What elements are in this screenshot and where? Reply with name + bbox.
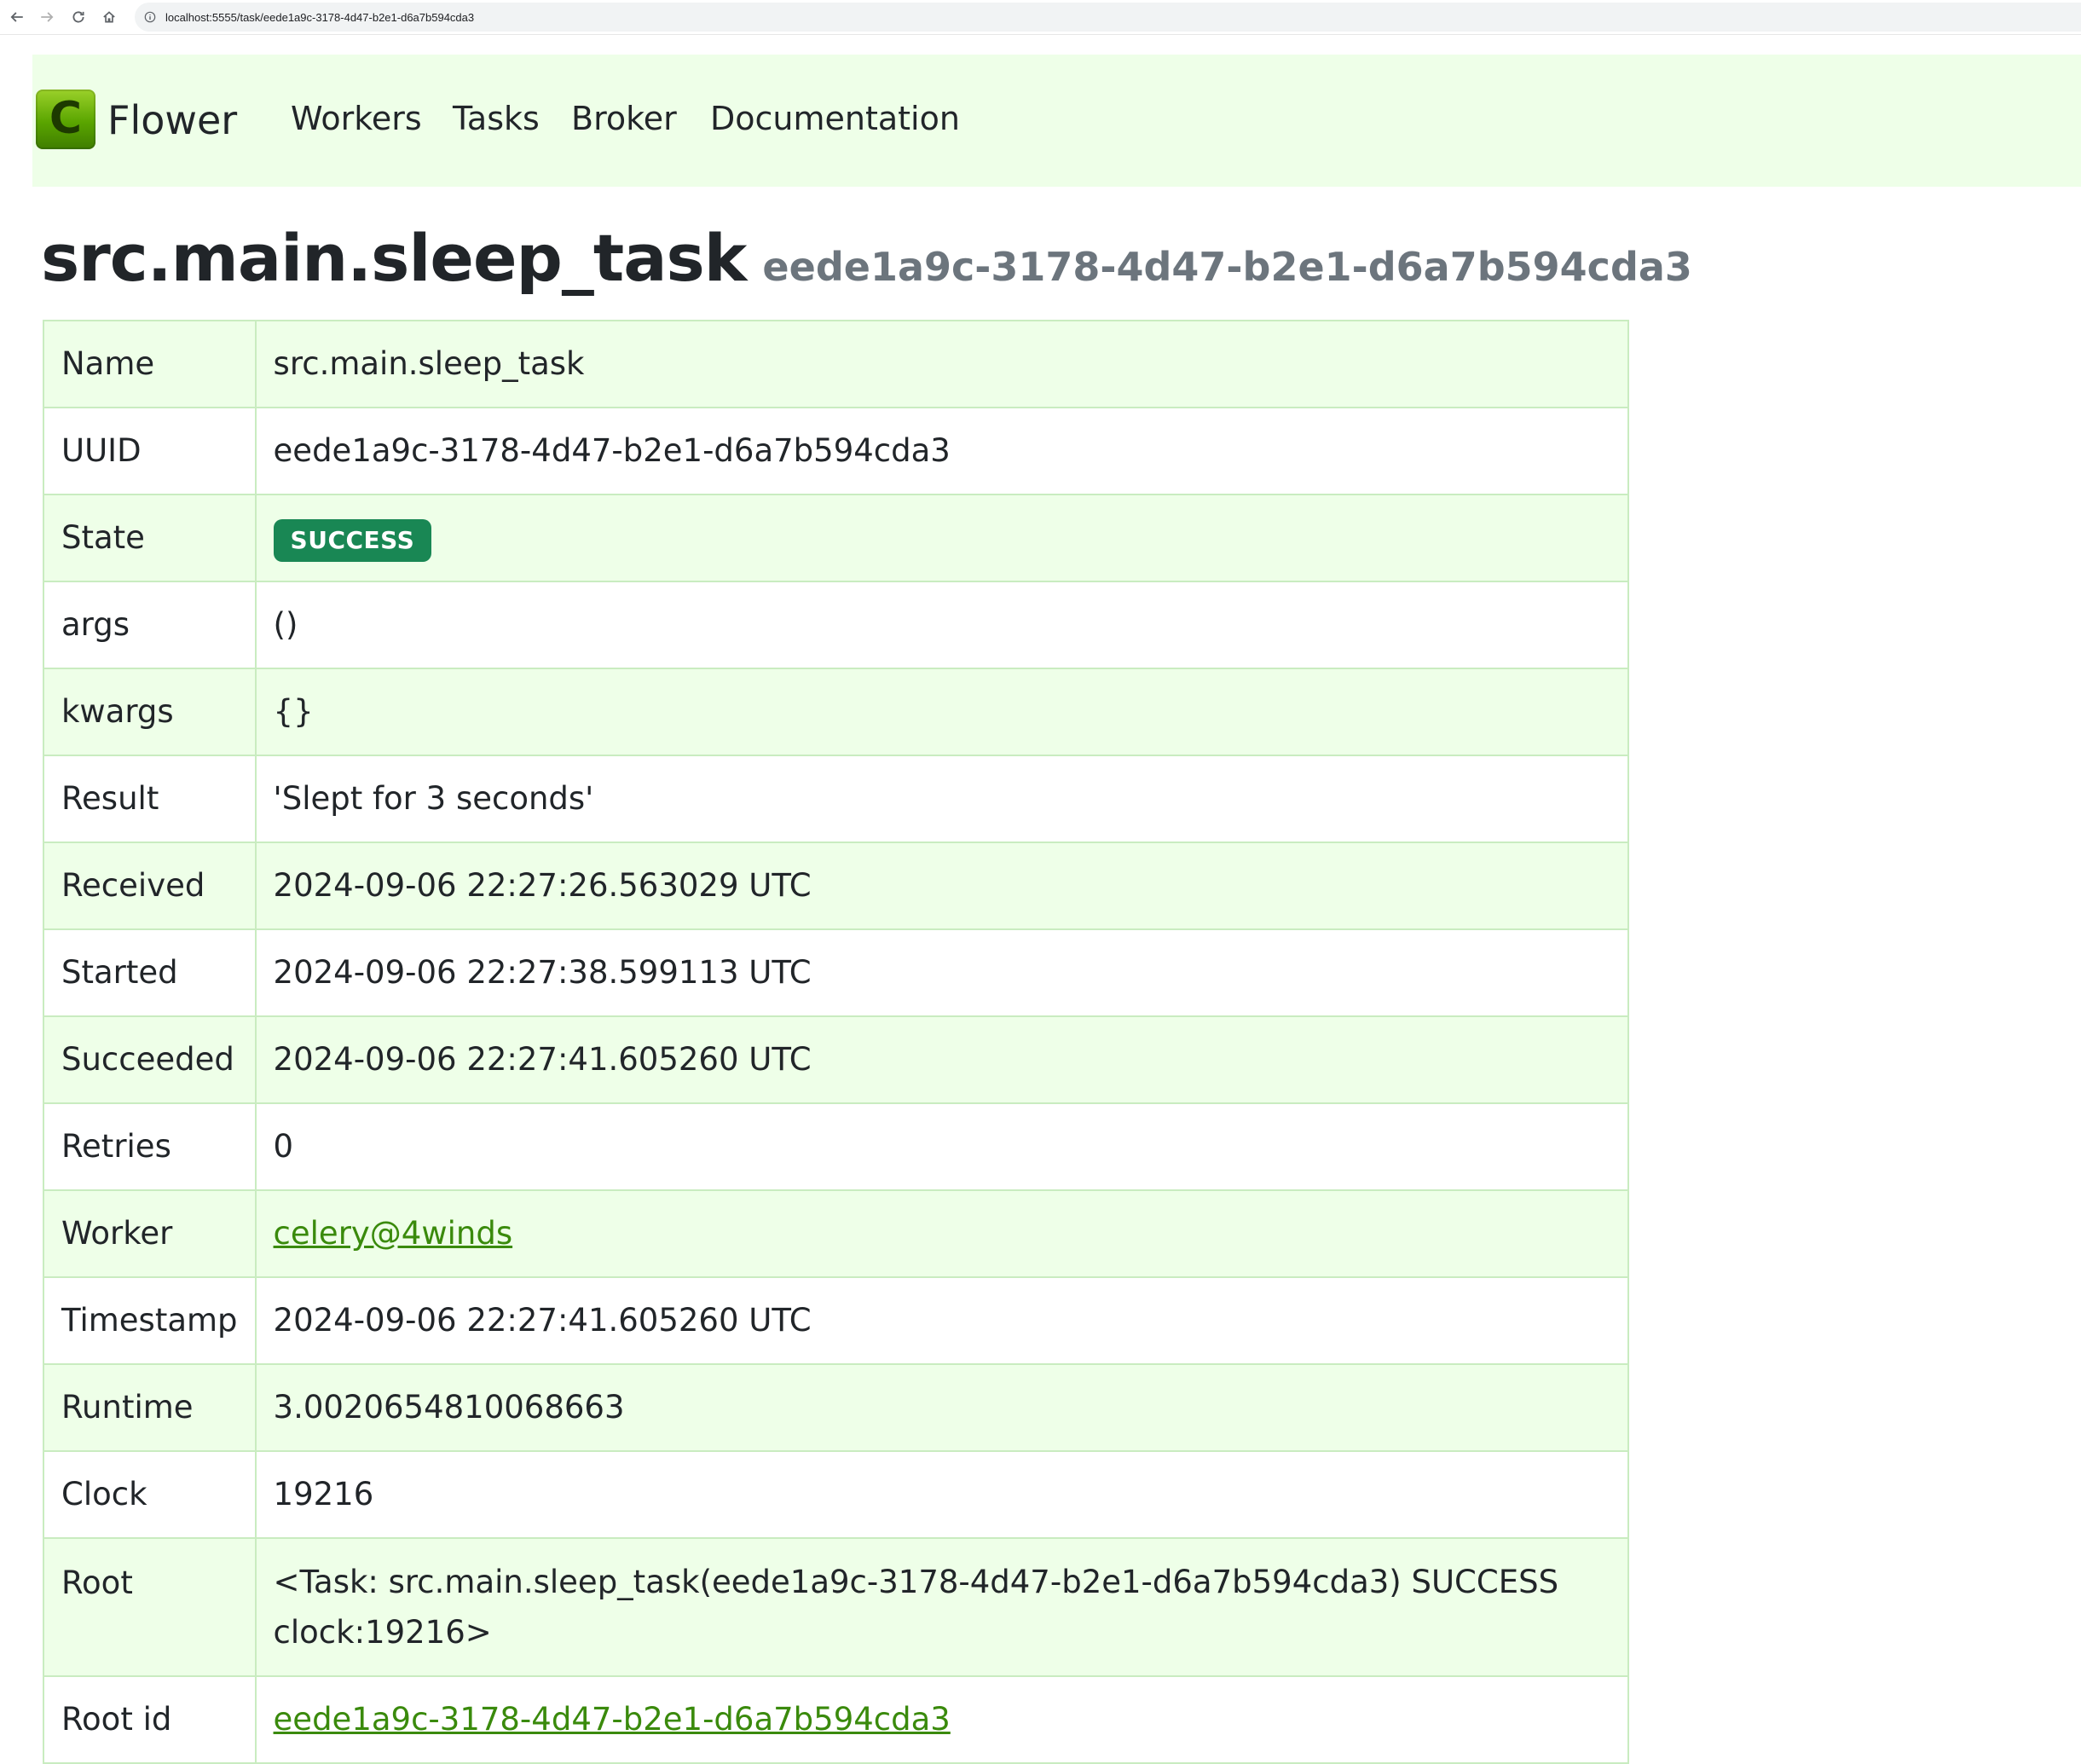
row-key: Worker [43,1189,257,1278]
row-key: Root [43,1537,257,1677]
row-value: <Task: src.main.sleep_task(eede1a9c-3178… [254,1537,1630,1677]
home-icon[interactable] [97,5,121,29]
worker-link[interactable]: celery@4winds [274,1215,513,1252]
row-key: Name [43,320,257,408]
forward-icon[interactable] [35,5,59,29]
browser-toolbar: localhost:5555/task/eede1a9c-3178-4d47-b… [0,0,2081,35]
table-row-succeeded: Succeeded 2024-09-06 22:27:41.605260 UTC [43,1015,1630,1104]
row-key: Root id [43,1675,257,1764]
row-key: kwargs [43,668,257,756]
row-key: UUID [43,407,257,495]
row-value: () [254,581,1630,669]
nav-link-tasks[interactable]: Tasks [453,100,540,139]
row-value: src.main.sleep_task [254,320,1630,408]
row-key: Retries [43,1102,257,1191]
table-row-timestamp: Timestamp 2024-09-06 22:27:41.605260 UTC [43,1276,1630,1365]
row-value: {} [254,668,1630,756]
nav-link-broker[interactable]: Broker [571,100,677,139]
status-badge: SUCCESS [273,519,432,562]
row-value: 2024-09-06 22:27:41.605260 UTC [254,1015,1630,1104]
table-row-started: Started 2024-09-06 22:27:38.599113 UTC [43,928,1630,1017]
top-navbar: C Flower Workers Tasks Broker Documentat… [32,55,2081,187]
table-row-worker: Worker celery@4winds [43,1189,1630,1278]
row-key: Timestamp [43,1276,257,1365]
row-key: State [43,494,257,582]
row-value: eede1a9c-3178-4d47-b2e1-d6a7b594cda3 [254,407,1630,495]
row-key: Result [43,755,257,843]
flower-logo-icon[interactable]: C [36,90,95,149]
url-text: localhost:5555/task/eede1a9c-3178-4d47-b… [165,10,475,24]
table-row-received: Received 2024-09-06 22:27:26.563029 UTC [43,842,1630,930]
row-value: eede1a9c-3178-4d47-b2e1-d6a7b594cda3 [254,1675,1630,1764]
row-value: celery@4winds [254,1189,1630,1278]
table-row-retries: Retries 0 [43,1102,1630,1191]
row-value: SUCCESS [254,494,1630,582]
root-id-link[interactable]: eede1a9c-3178-4d47-b2e1-d6a7b594cda3 [274,1701,951,1738]
table-row-args: args () [43,581,1630,669]
row-value: 2024-09-06 22:27:41.605260 UTC [254,1276,1630,1365]
table-row-state: State SUCCESS [43,494,1630,582]
table-row-root-id: Root id eede1a9c-3178-4d47-b2e1-d6a7b594… [43,1675,1630,1764]
task-details-table: Name src.main.sleep_task UUID eede1a9c-3… [43,320,1630,1764]
page-heading: src.main.sleep_task eede1a9c-3178-4d47-b… [41,220,1692,296]
table-row-root: Root <Task: src.main.sleep_task(eede1a9c… [43,1537,1630,1677]
row-value: 19216 [254,1450,1630,1539]
row-value: 0 [254,1102,1630,1191]
row-key: Received [43,842,257,930]
brand-name[interactable]: Flower [107,97,237,144]
row-key: args [43,581,257,669]
row-value: 'Slept for 3 seconds' [254,755,1630,843]
table-row-name: Name src.main.sleep_task [43,320,1630,408]
table-row-runtime: Runtime 3.0020654810068663 [43,1363,1630,1452]
table-row-uuid: UUID eede1a9c-3178-4d47-b2e1-d6a7b594cda… [43,407,1630,495]
nav-link-documentation[interactable]: Documentation [710,100,960,139]
table-row-clock: Clock 19216 [43,1450,1630,1539]
row-key: Succeeded [43,1015,257,1104]
row-value: 3.0020654810068663 [254,1363,1630,1452]
row-key: Clock [43,1450,257,1539]
table-row-result: Result 'Slept for 3 seconds' [43,755,1630,843]
page-title: src.main.sleep_task [41,220,747,296]
table-row-kwargs: kwargs {} [43,668,1630,756]
task-uuid-subtitle: eede1a9c-3178-4d47-b2e1-d6a7b594cda3 [762,244,1692,290]
nav-link-workers[interactable]: Workers [291,100,422,139]
row-key: Runtime [43,1363,257,1452]
site-info-icon[interactable] [143,10,157,24]
back-icon[interactable] [5,5,29,29]
reload-icon[interactable] [66,5,90,29]
address-bar[interactable]: localhost:5555/task/eede1a9c-3178-4d47-b… [135,3,2081,32]
row-value: 2024-09-06 22:27:26.563029 UTC [254,842,1630,930]
row-key: Started [43,928,257,1017]
row-value: 2024-09-06 22:27:38.599113 UTC [254,928,1630,1017]
